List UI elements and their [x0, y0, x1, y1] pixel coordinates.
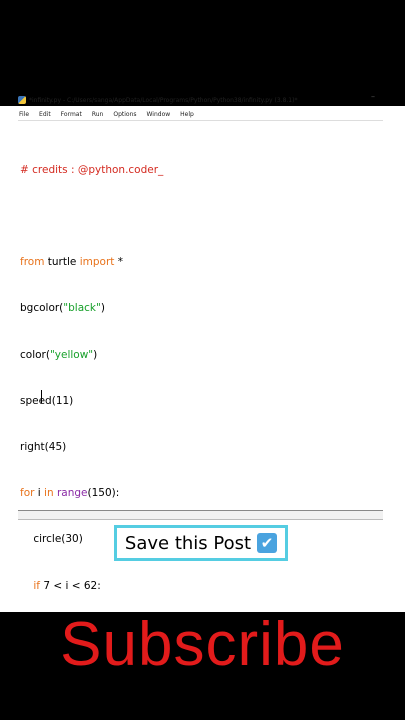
menu-window[interactable]: Window — [146, 111, 172, 118]
range-args: (150): — [87, 487, 120, 500]
keyword-if: if — [33, 579, 40, 592]
window-titlebar: *infinity.py - C:/Users/sanga/AppData/Lo… — [18, 92, 383, 108]
checkmark-icon: ✔ — [257, 533, 278, 553]
code-line-if: if 7 < i < 62: — [20, 579, 163, 594]
keyword-in: in — [44, 487, 54, 500]
python-icon — [18, 96, 26, 104]
menu-run[interactable]: Run — [91, 111, 105, 118]
code-line-for: for i in range(150): — [20, 486, 163, 501]
code-line-color: color("yellow") — [20, 348, 163, 363]
builtin-range: range — [56, 487, 88, 500]
minimize-icon[interactable]: – — [371, 92, 375, 101]
horizontal-scrollbar[interactable] — [18, 510, 383, 520]
paren-close: ) — [100, 302, 105, 315]
menu-edit[interactable]: Edit — [38, 111, 52, 118]
fn-bgcolor: bgcolor( — [20, 302, 64, 315]
code-line-bgcolor: bgcolor("black") — [20, 301, 163, 316]
code-line-right: right(45) — [20, 441, 67, 454]
code-line-comment: # credits : @python.coder_ — [20, 163, 164, 176]
menu-options[interactable]: Options — [112, 111, 137, 118]
loop-var: i — [34, 487, 45, 500]
menu-file[interactable]: File — [18, 111, 30, 118]
save-post-text: Save this Post — [124, 532, 252, 554]
keyword-from: from — [20, 256, 45, 269]
menu-format[interactable]: Format — [60, 111, 83, 118]
menu-divider — [18, 120, 383, 121]
import-star: * — [114, 256, 123, 269]
if-condition: 7 < i < 62: — [39, 579, 101, 592]
text-cursor — [41, 390, 42, 403]
subscribe-text: Subscribe — [60, 610, 345, 679]
string-yellow: "yellow" — [49, 348, 94, 361]
keyword-for: for — [20, 487, 35, 500]
string-black: "black" — [63, 302, 101, 315]
window-title: *infinity.py - C:/Users/sanga/AppData/Lo… — [29, 96, 298, 104]
paren-close: ) — [93, 348, 98, 361]
menu-bar: File Edit Format Run Options Window Help — [18, 108, 383, 120]
keyword-import: import — [79, 256, 115, 269]
menu-help[interactable]: Help — [179, 111, 195, 118]
fn-color: color( — [20, 348, 50, 361]
module-name: turtle — [44, 256, 80, 269]
code-line-import: from turtle import * — [20, 255, 163, 270]
save-post-banner: Save this Post ✔ — [114, 525, 288, 561]
